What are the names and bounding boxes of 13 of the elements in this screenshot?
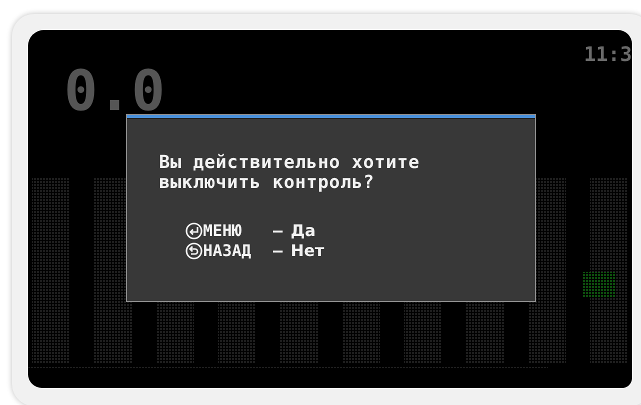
- back-icon: [185, 242, 203, 260]
- speed-reading: 0.0: [64, 64, 166, 120]
- dialog-message-line: выключить контроль?: [159, 173, 376, 193]
- enter-icon: [185, 222, 203, 240]
- clock: 11:3: [584, 44, 632, 64]
- answer-label: Нет: [290, 241, 324, 261]
- answer-label: Да: [290, 221, 316, 241]
- dash: –: [273, 221, 283, 241]
- dash: –: [273, 241, 283, 261]
- key-label: МЕНЮ: [203, 221, 243, 241]
- indicator-icon: [582, 272, 616, 298]
- dialog-message-line: Вы действительно хотите: [159, 153, 421, 173]
- key-label: НАЗАД: [203, 241, 252, 261]
